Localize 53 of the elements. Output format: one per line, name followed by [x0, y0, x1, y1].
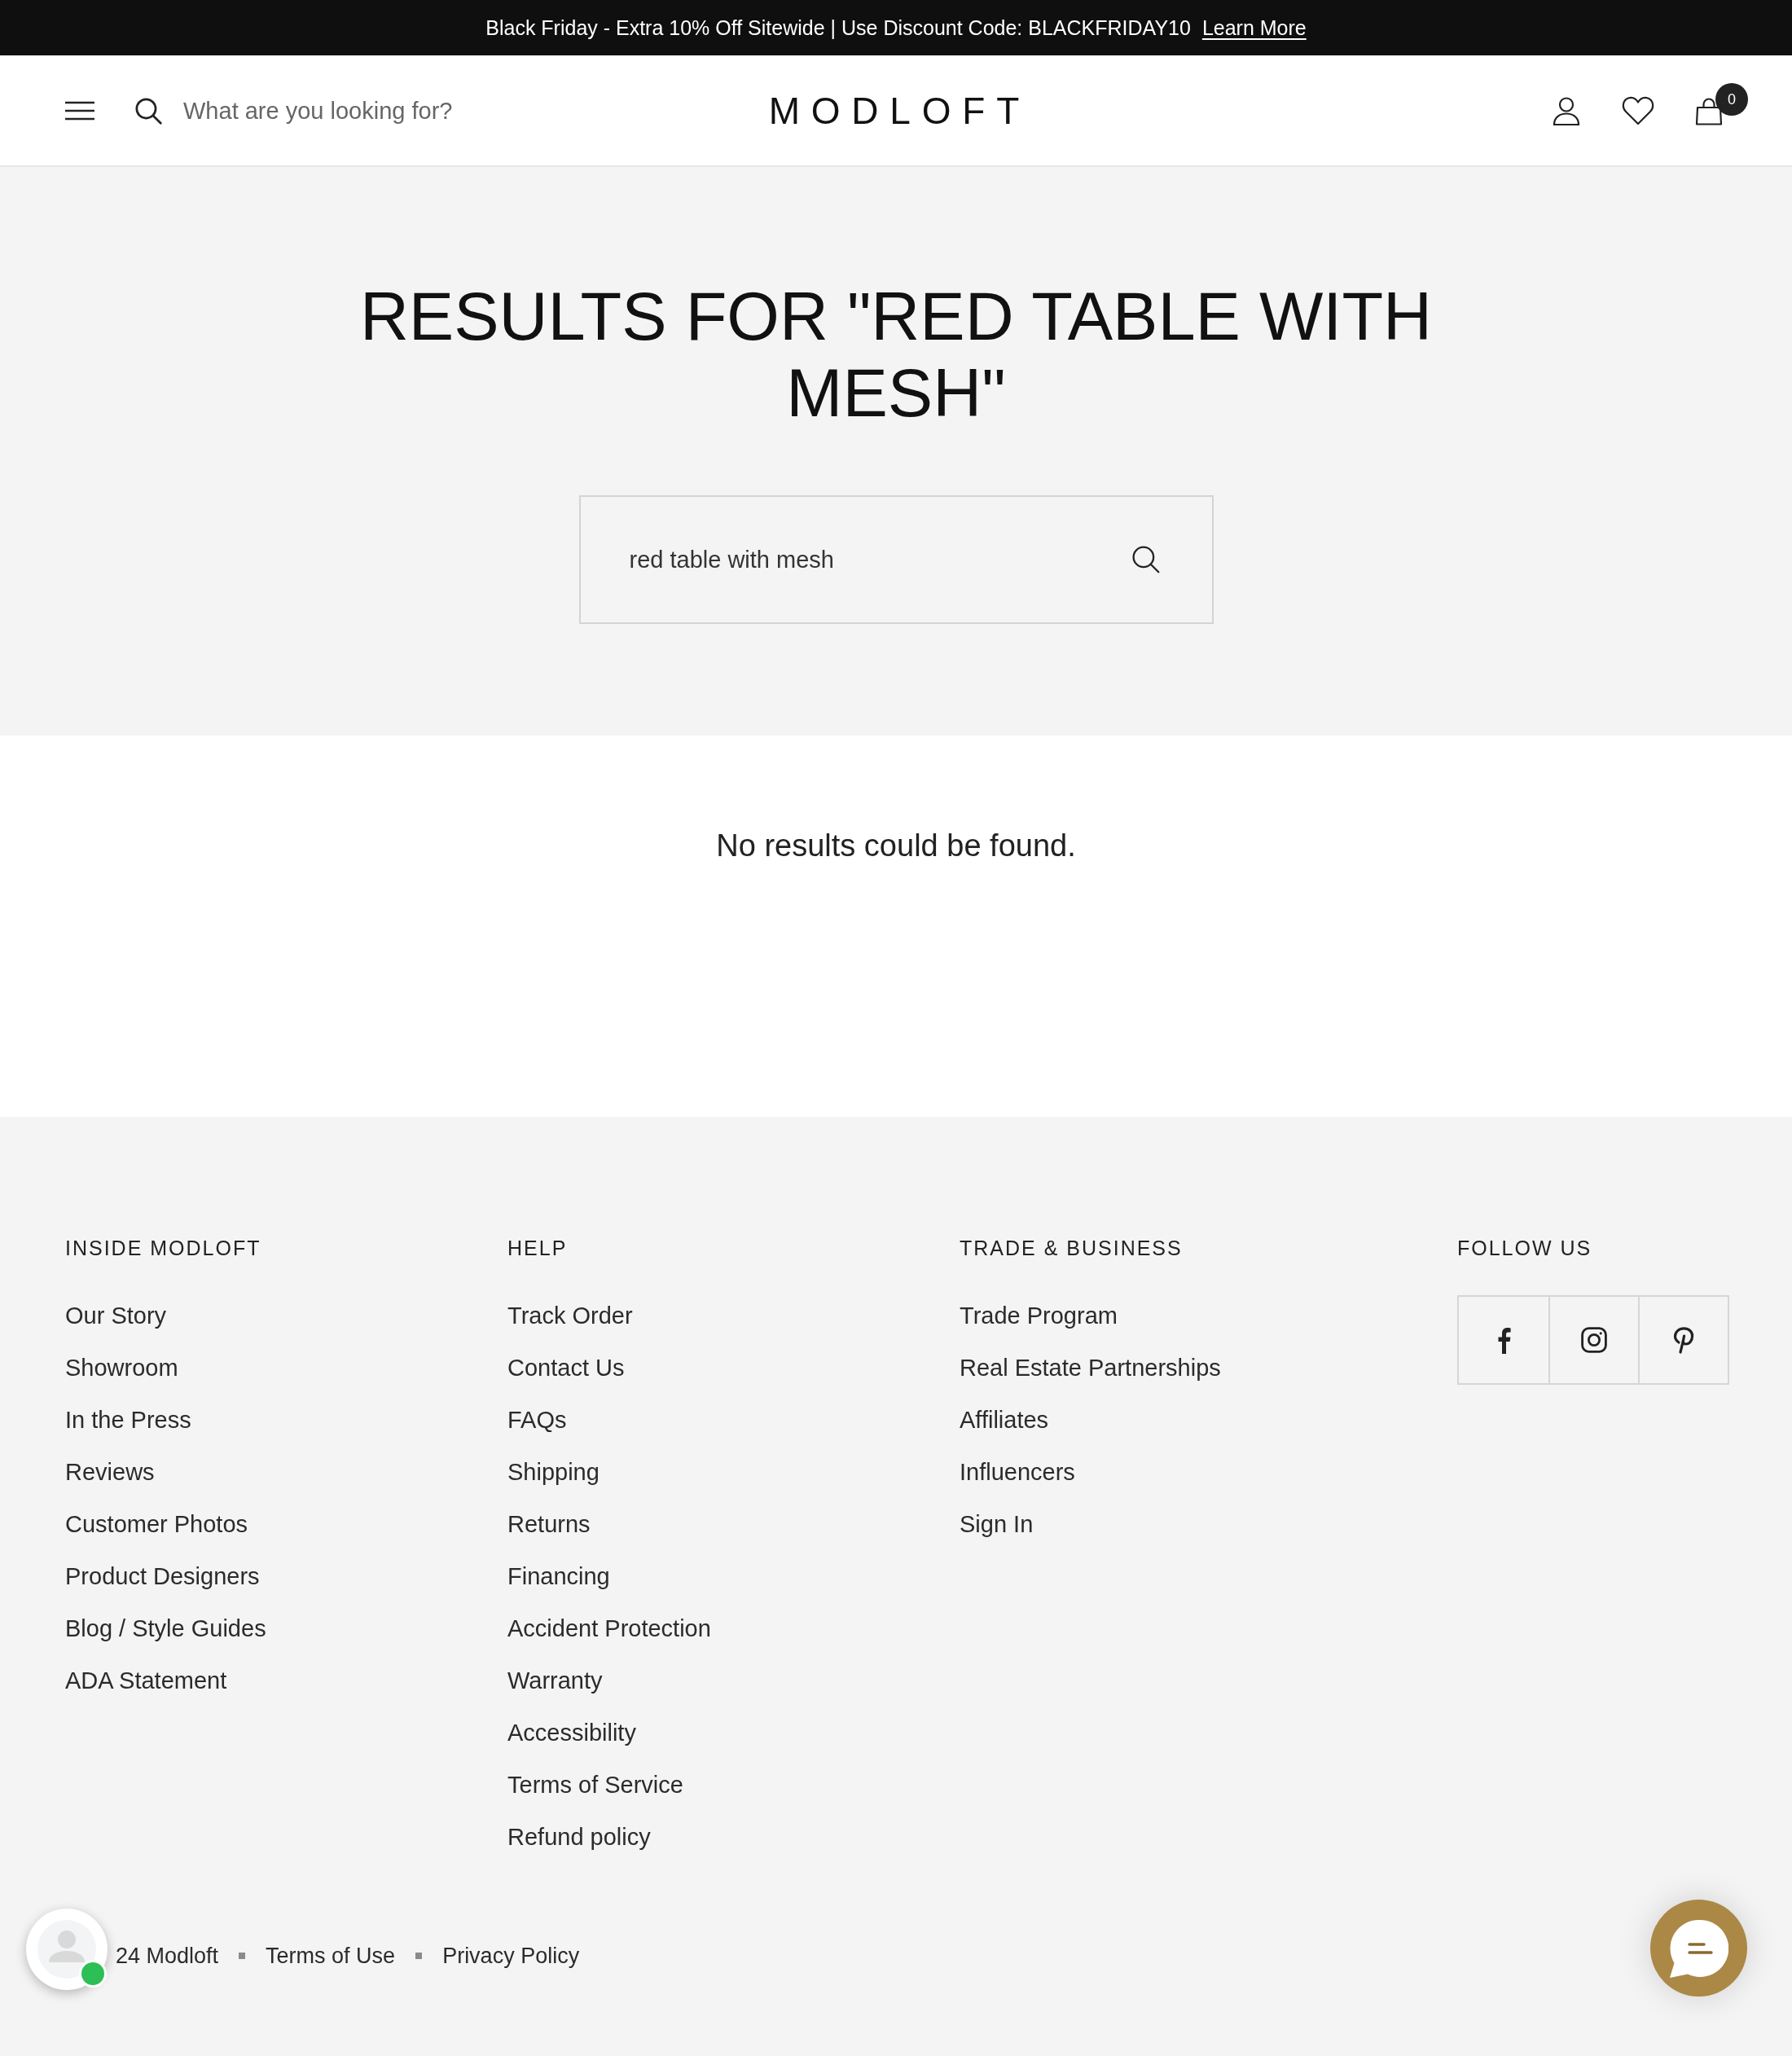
no-results-message: No results could be found.: [716, 828, 1076, 864]
footer-link[interactable]: Accessibility: [507, 1718, 636, 1747]
user-icon[interactable]: [1552, 95, 1581, 125]
column-heading: FOLLOW US: [1457, 1236, 1592, 1260]
results-title: RESULTS FOR "RED TABLE WITH MESH": [358, 279, 1434, 432]
column-heading: INSIDE MODLOFT: [65, 1236, 261, 1260]
menu-icon[interactable]: [65, 100, 94, 121]
column-heading: TRADE & BUSINESS: [960, 1236, 1183, 1260]
pinterest-icon: [1673, 1326, 1694, 1354]
footer-link[interactable]: FAQs: [507, 1405, 567, 1434]
footer-link[interactable]: Blog / Style Guides: [65, 1614, 266, 1643]
column-heading: HELP: [507, 1236, 568, 1260]
separator-icon: [415, 1953, 423, 1959]
search-field[interactable]: What are you looking for?: [183, 95, 542, 125]
footer-link[interactable]: Warranty: [507, 1666, 603, 1695]
footer-link[interactable]: In the Press: [65, 1405, 191, 1434]
footer-link[interactable]: Customer Photos: [65, 1509, 248, 1539]
footer-link[interactable]: Track Order: [507, 1301, 633, 1330]
footer-link[interactable]: Refund policy: [507, 1822, 651, 1852]
footer-link[interactable]: Financing: [507, 1562, 610, 1591]
cart-count-badge: 0: [1715, 82, 1748, 116]
instagram-icon: [1581, 1327, 1607, 1353]
footer-link[interactable]: Product Designers: [65, 1562, 260, 1591]
footer-link[interactable]: Influencers: [960, 1457, 1075, 1487]
learn-more-link[interactable]: Learn More: [1201, 15, 1307, 40]
footer-link[interactable]: ADA Statement: [65, 1666, 227, 1695]
bag-icon[interactable]: [1695, 95, 1723, 125]
footer-link[interactable]: Accident Protection: [507, 1614, 711, 1643]
footer-link[interactable]: Affiliates: [960, 1405, 1049, 1434]
footer-link[interactable]: Showroom: [65, 1353, 178, 1382]
chat-bubble-icon: [1669, 1918, 1728, 1978]
site-logo[interactable]: MODLOFT: [757, 90, 1031, 131]
heart-icon[interactable]: [1622, 95, 1654, 125]
search-icon[interactable]: [134, 96, 162, 125]
search-icon[interactable]: [1131, 545, 1160, 573]
footer-link[interactable]: Our Story: [65, 1301, 167, 1330]
status-dot-icon: [79, 1960, 107, 1988]
footer-link[interactable]: Terms of Service: [507, 1770, 683, 1799]
footer-link[interactable]: Reviews: [65, 1457, 155, 1487]
promo-text: Black Friday - Extra 10% Off Sitewide | Use Discount Code: BLACKFRIDAY10: [485, 15, 1191, 40]
footer-link[interactable]: Sign In: [960, 1509, 1034, 1539]
footer-link[interactable]: Trade Program: [960, 1301, 1118, 1330]
footer-link[interactable]: Returns: [507, 1509, 591, 1539]
search-field[interactable]: red table with mesh: [578, 495, 1214, 624]
separator-icon: [239, 1953, 246, 1959]
copyright-text: 24 Modloft: [116, 1943, 219, 1970]
footer-link[interactable]: Shipping: [507, 1457, 600, 1487]
policy-link[interactable]: Terms of Use: [266, 1940, 396, 1972]
person-icon: [37, 1920, 96, 1979]
policy-link[interactable]: Privacy Policy: [442, 1940, 580, 1972]
footer-link[interactable]: Contact Us: [507, 1353, 625, 1382]
footer-link[interactable]: Real Estate Partnerships: [960, 1353, 1221, 1382]
facebook-icon: [1496, 1326, 1511, 1354]
